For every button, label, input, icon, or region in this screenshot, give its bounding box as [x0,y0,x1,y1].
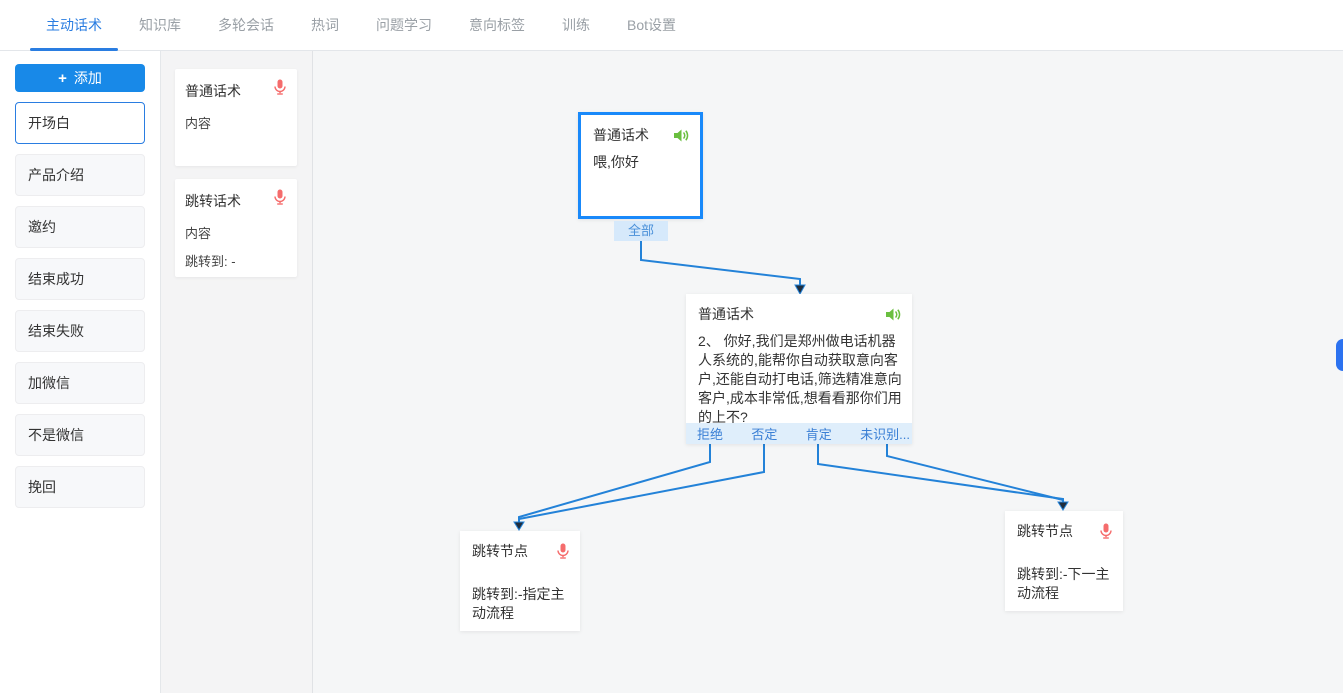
tab-question-learning[interactable]: 问题学习 [374,0,434,51]
node-title: 普通话术 [698,304,754,324]
edge-negative-to-left-jump [519,444,764,519]
flow-list-sidebar: + 添加 开场白 产品介绍 邀约 结束成功 结束失败 加微信 不是微信 挽回 [0,51,161,693]
node-title: 普通话术 [593,125,649,145]
microphone-icon[interactable] [273,79,287,95]
node-body-text: 喂,你好 [581,145,700,172]
main-area: + 添加 开场白 产品介绍 邀约 结束成功 结束失败 加微信 不是微信 挽回 普… [0,51,1343,693]
tab-active-script[interactable]: 主动话术 [44,0,104,51]
node-jump-target: 跳转到:-指定主动流程 [460,561,580,623]
node-title-row: 普通话术 [581,115,700,145]
branch-positive[interactable]: 肯定 [806,424,832,443]
palette-card-jump-target: 跳转到: - [185,251,287,270]
branch-negative[interactable]: 否定 [751,424,777,443]
sidebar-item-win-back[interactable]: 挽回 [15,466,145,508]
flow-node-jump-left[interactable]: 跳转节点 跳转到:-指定主动流程 [460,531,580,631]
flow-canvas[interactable]: 普通话术 喂,你好 全部 普通话术 2、 你好,我们是郑州做电 [313,51,1343,693]
speaker-icon[interactable] [885,307,902,322]
edge-refuse-to-left-jump [519,444,710,522]
sidebar-item-end-success[interactable]: 结束成功 [15,258,145,300]
tab-bot-settings[interactable]: Bot设置 [625,0,678,51]
tab-knowledge-base[interactable]: 知识库 [137,0,183,51]
tab-intent-labels[interactable]: 意向标签 [467,0,527,51]
node-palette: 普通话术 内容 跳转话术 内容 跳转到: - [161,51,313,693]
microphone-icon[interactable] [1099,523,1113,539]
plus-icon: + [58,71,67,86]
microphone-icon[interactable] [556,543,570,559]
speaker-icon[interactable] [673,128,690,143]
arrowhead [795,285,805,294]
right-drawer-handle[interactable] [1336,339,1343,371]
add-flow-button[interactable]: + 添加 [15,64,145,92]
sidebar-item-opening[interactable]: 开场白 [15,102,145,144]
branch-refuse[interactable]: 拒绝 [697,424,723,443]
flow-node-jump-right[interactable]: 跳转节点 跳转到:-下一主动流程 [1005,511,1123,611]
sidebar-item-end-failure[interactable]: 结束失败 [15,310,145,352]
top-nav: 主动话术 知识库 多轮会话 热词 问题学习 意向标签 训练 Bot设置 [0,0,1343,51]
node-title-row: 跳转节点 [1005,511,1123,541]
add-button-label: 添加 [74,68,102,88]
sidebar-item-invitation[interactable]: 邀约 [15,206,145,248]
node-jump-target: 跳转到:-下一主动流程 [1005,541,1123,603]
tab-multi-turn-dialog[interactable]: 多轮会话 [216,0,276,51]
edge-positive-to-right-jump [818,444,1063,502]
branch-unrecognized[interactable]: 未识别... [860,424,910,443]
tab-hot-words[interactable]: 热词 [309,0,341,51]
tab-training[interactable]: 训练 [560,0,592,51]
sidebar-item-add-wechat[interactable]: 加微信 [15,362,145,404]
flow-node-main-script[interactable]: 普通话术 2、 你好,我们是郑州做电话机器人系统的,能帮你自动获取意向客户,还能… [686,294,912,444]
arrowhead [514,522,524,530]
palette-card-line: 内容 [185,113,287,132]
node-title: 跳转节点 [472,541,528,561]
node-title-row: 跳转节点 [460,531,580,561]
node-title-row: 普通话术 [686,294,912,324]
sidebar-item-not-wechat[interactable]: 不是微信 [15,414,145,456]
flow-node-start[interactable]: 普通话术 喂,你好 [578,112,703,219]
palette-card-line: 内容 [185,223,287,242]
edge-unrecognized-to-right-jump [887,444,1063,500]
palette-card-title: 跳转话术 [185,191,287,211]
microphone-icon[interactable] [273,189,287,205]
sidebar-item-product-intro[interactable]: 产品介绍 [15,154,145,196]
palette-card-jump-script[interactable]: 跳转话术 内容 跳转到: - [175,179,297,277]
node-title: 跳转节点 [1017,521,1073,541]
edge-label-all[interactable]: 全部 [614,221,668,241]
branch-strip: 拒绝 否定 肯定 未识别... [686,423,912,444]
palette-card-normal-script[interactable]: 普通话术 内容 [175,69,297,166]
palette-card-title: 普通话术 [185,81,287,101]
node-body-text: 2、 你好,我们是郑州做电话机器人系统的,能帮你自动获取意向客户,还能自动打电话… [686,324,912,427]
edge-all-to-main [641,241,800,285]
arrowhead [1058,502,1068,510]
